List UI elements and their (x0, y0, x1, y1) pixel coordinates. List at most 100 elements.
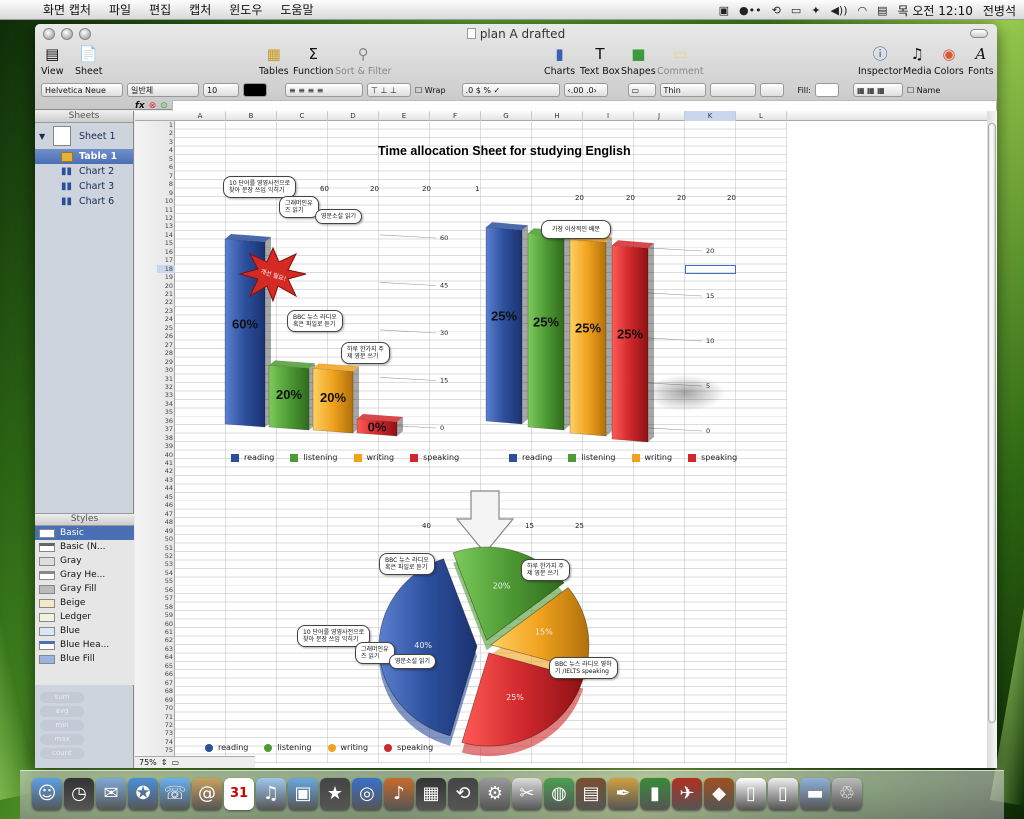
dashboard-icon[interactable]: ◷ (64, 778, 94, 810)
timemachine-status-icon[interactable]: ⟲ (772, 4, 781, 17)
view-button[interactable]: ▤ View (41, 44, 64, 77)
doc-icon[interactable]: ▯ (736, 778, 766, 810)
folder-icon[interactable]: ▬ (800, 778, 830, 810)
text-color-well[interactable] (243, 83, 267, 97)
number-format-buttons[interactable]: .0 $ % ✓ (461, 83, 560, 97)
garageband-icon[interactable]: ♪ (384, 778, 414, 810)
display-status-icon[interactable]: ▭ (791, 4, 801, 17)
iphoto-icon[interactable]: ▣ (288, 778, 318, 810)
sum-pill[interactable]: sum (40, 692, 84, 703)
comment-button[interactable]: ▭ Comment (657, 44, 704, 77)
callout-bbc-listening-pie[interactable]: BBC 뉴스 라디오 혹은 파일로 듣기 (379, 553, 435, 575)
alignment-buttons[interactable]: ≡ ≡ ≡ ≡ (285, 83, 363, 97)
style-item[interactable]: Beige (35, 596, 134, 610)
screenshot-icon[interactable]: ✂ (512, 778, 542, 810)
media-button[interactable]: ♫ Media (903, 44, 932, 77)
volume-status-icon[interactable]: ◀)) (830, 4, 847, 17)
name-checkbox[interactable]: ☐ Name (907, 86, 940, 95)
network-icon[interactable]: ◍ (544, 778, 574, 810)
style-item[interactable]: Blue Hea... (35, 638, 134, 652)
formula-input[interactable] (171, 99, 997, 112)
games-icon[interactable]: ✈ (672, 778, 702, 810)
charts-button[interactable]: ▮ Charts (544, 44, 575, 77)
starburst-shape[interactable]: 개선 필요! (238, 246, 308, 302)
itunes-icon[interactable]: ♫ (256, 778, 286, 810)
inspector-button[interactable]: ⓘ Inspector (858, 44, 902, 77)
pages-icon[interactable]: ✒ (608, 778, 638, 810)
style-item[interactable]: Gray Fill (35, 582, 134, 596)
page-view-icon[interactable]: ▭ (171, 758, 179, 767)
callout-grammar[interactable]: 그래머인유 즈 읽기 (279, 196, 319, 218)
stroke-color-well[interactable] (759, 83, 784, 97)
style-item[interactable]: Blue Fill (35, 652, 134, 666)
wifi-status-icon[interactable]: ◠ (858, 4, 868, 17)
keynote-icon[interactable]: ▤ (576, 778, 606, 810)
menu-item-edit[interactable]: 편집 (140, 1, 180, 18)
status-dots-icon[interactable]: ●•• (739, 4, 762, 17)
style-item[interactable]: Gray (35, 554, 134, 568)
app-icon[interactable]: ◆ (704, 778, 734, 810)
bluetooth-status-icon[interactable]: ✦ (811, 4, 820, 17)
font-size-select[interactable]: 10 (203, 83, 239, 97)
callout-vocabulary[interactable]: 10 단어를 영영사전으로 찾아 문장 쓰임 익히기 (223, 176, 297, 198)
style-item-basic[interactable]: Basic (35, 526, 134, 540)
textbox-button[interactable]: T Text Box (580, 44, 620, 77)
toolbar-toggle-button[interactable] (970, 29, 988, 38)
status-app-icon[interactable]: ▣ (719, 4, 729, 17)
ical-icon[interactable]: 31 (224, 778, 254, 810)
vertical-align-buttons[interactable]: ⊤ ⊥ ⊥ (367, 83, 411, 97)
avg-pill[interactable]: avg (40, 706, 84, 717)
line-style-select[interactable]: Thin (659, 83, 706, 97)
callout-writing-pie[interactable]: 하루 한가지 주 제 영문 쓰기 (521, 559, 570, 581)
accept-formula-icon[interactable]: ⊙ (160, 101, 168, 111)
preferences-icon[interactable]: ⚙ (480, 778, 510, 810)
vertical-scrollbar[interactable] (987, 111, 997, 768)
callout-ideal[interactable]: 가장 이상적인 배분 (541, 220, 611, 239)
shapes-button[interactable]: ■ Shapes (621, 44, 656, 77)
numbers-icon[interactable]: ▮ (640, 778, 670, 810)
addressbook-icon[interactable]: @ (192, 778, 222, 810)
count-pill[interactable]: count (40, 748, 84, 759)
menubar-clock[interactable]: 목 오전 12:10 (898, 2, 973, 19)
menubar-user[interactable]: 전병석 (983, 2, 1016, 19)
style-item[interactable]: Blue (35, 624, 134, 638)
trash-icon[interactable]: ♲ (832, 778, 862, 810)
menu-item-file[interactable]: 파일 (100, 1, 140, 18)
tables-button[interactable]: ▦ Tables (259, 44, 289, 77)
selected-cell-k18[interactable] (685, 265, 736, 274)
sheet-button[interactable]: 📄 Sheet (75, 44, 102, 77)
menu-item-window[interactable]: 윈도우 (220, 1, 271, 18)
style-item[interactable]: Basic (N... (35, 540, 134, 554)
sort-filter-button[interactable]: ⚲ Sort & Filter (335, 44, 391, 77)
font-style-select[interactable]: 일반체 (127, 83, 199, 97)
line-color-select[interactable] (709, 83, 756, 97)
menu-item-capture[interactable]: 캡처 (180, 1, 220, 18)
min-pill[interactable]: min (40, 720, 84, 731)
sidebar-item-sheet1[interactable]: ▼ Sheet 1 (35, 123, 133, 149)
fill-color-well[interactable] (814, 83, 839, 97)
dvd-icon[interactable]: ◎ (352, 778, 382, 810)
spaces-icon[interactable]: ▦ (416, 778, 446, 810)
callout-speaking-pie[interactable]: BBC 뉴스 라디오 영하 기 /IELTS speaking (549, 657, 618, 679)
zoom-control[interactable]: 75% ⇕ ▭ (135, 756, 255, 768)
disclosure-triangle-icon[interactable]: ▼ (39, 132, 45, 141)
callout-bbc-listening[interactable]: BBC 뉴스 라디오 혹은 파일로 듣기 (287, 310, 343, 332)
fonts-button[interactable]: A Fonts (968, 44, 994, 77)
wrap-checkbox[interactable]: ☐ Wrap (415, 86, 446, 95)
zoom-level[interactable]: 75% (139, 758, 157, 767)
callout-novel-pie[interactable]: 영문소설 읽기 (389, 654, 437, 669)
menu-item-help[interactable]: 도움말 (271, 1, 322, 18)
border-select[interactable]: ▭ (627, 83, 656, 97)
header-rows-buttons[interactable]: ▦ ▦ ▦ (852, 83, 903, 97)
callout-novel[interactable]: 영문소설 읽기 (315, 209, 363, 224)
mail-stamp-icon[interactable]: ✉ (96, 778, 126, 810)
ichat-icon[interactable]: ☏ (160, 778, 190, 810)
scroll-thumb[interactable] (988, 123, 996, 723)
sidebar-item-chart6[interactable]: ▮▮ Chart 6 (35, 194, 133, 209)
max-pill[interactable]: max (40, 734, 84, 745)
zoom-arrows-icon[interactable]: ⇕ (161, 758, 168, 767)
sidebar-item-chart3[interactable]: ▮▮ Chart 3 (35, 179, 133, 194)
finder-icon[interactable]: ☺ (32, 778, 62, 810)
timemachine-icon[interactable]: ⟲ (448, 778, 478, 810)
style-item[interactable]: Gray He... (35, 568, 134, 582)
